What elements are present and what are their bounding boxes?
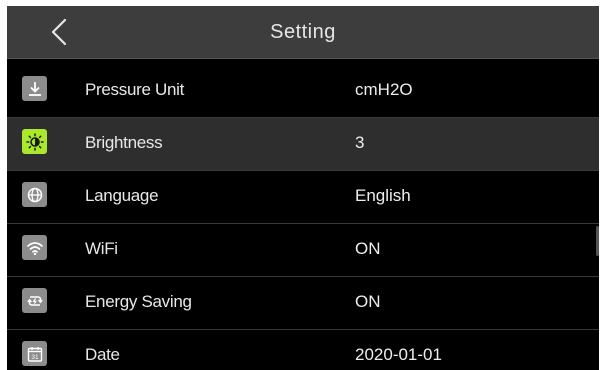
settings-screen: Setting Pressure Unit cmH2O Brightness 3… (7, 6, 599, 370)
setting-label: Pressure Unit (85, 80, 185, 99)
calendar-day-number: 31 (31, 354, 39, 361)
setting-row-date[interactable]: 31 Date 2020-01-01 (7, 330, 599, 370)
scrollbar[interactable] (596, 226, 599, 256)
setting-value: 3 (355, 133, 365, 152)
setting-value: ON (355, 292, 381, 311)
energy-saving-icon (22, 288, 47, 313)
setting-row-wifi[interactable]: WiFi ON (7, 224, 599, 277)
setting-row-energy-saving[interactable]: Energy Saving ON (7, 277, 599, 330)
chevron-left-icon (51, 18, 67, 46)
setting-value: cmH2O (355, 80, 413, 99)
download-icon (22, 76, 47, 101)
calendar-icon: 31 (22, 341, 47, 366)
brightness-icon (22, 129, 47, 154)
header-bar: Setting (7, 6, 599, 59)
wifi-icon (22, 235, 47, 260)
setting-row-language[interactable]: Language English (7, 171, 599, 224)
globe-icon (22, 182, 47, 207)
setting-value: ON (355, 239, 381, 258)
setting-label: WiFi (85, 239, 118, 258)
setting-label: Brightness (85, 133, 163, 152)
setting-row-pressure-unit[interactable]: Pressure Unit cmH2O (7, 65, 599, 118)
setting-value: English (355, 186, 411, 205)
setting-label: Language (85, 186, 159, 205)
setting-label: Energy Saving (85, 292, 192, 311)
setting-value: 2020-01-01 (355, 345, 442, 364)
page-title: Setting (270, 21, 336, 43)
setting-label: Date (85, 345, 120, 364)
back-button[interactable] (45, 16, 73, 48)
setting-row-brightness[interactable]: Brightness 3 (7, 118, 599, 171)
